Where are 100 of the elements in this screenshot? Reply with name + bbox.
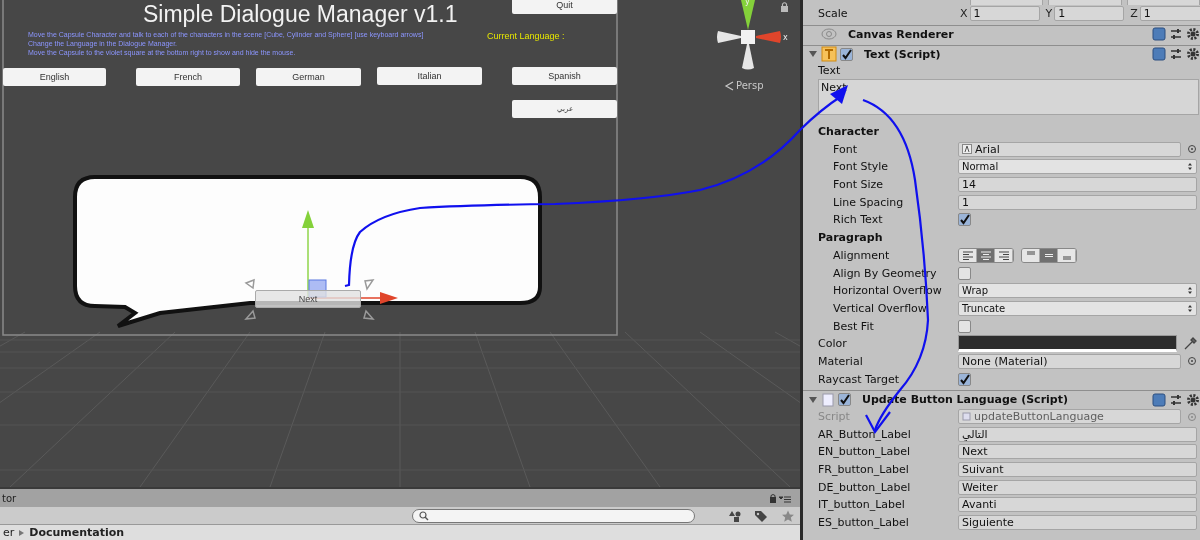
- object-field[interactable]: None (Material): [958, 353, 1181, 369]
- property-label: Font Style: [833, 160, 890, 174]
- projection-label[interactable]: Persp: [724, 80, 764, 91]
- language-button[interactable]: Spanish: [512, 67, 617, 85]
- help-icon[interactable]: [1152, 47, 1166, 62]
- breadcrumb-separator-icon: [19, 529, 25, 536]
- component-header[interactable]: Canvas Renderer: [803, 24, 1200, 43]
- breadcrumb-item[interactable]: er: [3, 526, 15, 539]
- property-label: Vertical Overflow: [833, 301, 928, 315]
- property-label: IT_button_Label: [818, 498, 906, 512]
- chevron-icon: [724, 80, 734, 91]
- rect-handle-icon[interactable]: [364, 279, 375, 291]
- property-label: DE_button_Label: [818, 480, 912, 494]
- align-button[interactable]: [977, 248, 995, 262]
- object-field[interactable]: Arial: [958, 141, 1181, 157]
- section-heading: Character: [818, 125, 880, 139]
- checkbox[interactable]: [958, 372, 971, 386]
- property-label: Best Fit: [833, 319, 875, 333]
- gear-icon[interactable]: [1186, 392, 1200, 407]
- help-icon[interactable]: [1152, 27, 1166, 42]
- input-field[interactable]: Siguiente: [958, 514, 1197, 530]
- input-field[interactable]: التالي: [958, 426, 1197, 442]
- sliders-icon[interactable]: [1169, 392, 1183, 407]
- property-label: Font Size: [833, 178, 885, 192]
- component-header[interactable]: Text (Script): [803, 44, 1200, 63]
- language-button[interactable]: German: [256, 68, 361, 86]
- property-label: Line Spacing: [833, 195, 905, 209]
- axis-label: X: [960, 7, 968, 21]
- property-label: Alignment: [833, 248, 891, 262]
- checkbox[interactable]: [958, 213, 971, 227]
- script-file-icon: [962, 412, 971, 422]
- sliders-icon[interactable]: [1169, 27, 1183, 42]
- input-field[interactable]: Suivant: [958, 462, 1197, 478]
- checkbox[interactable]: [958, 266, 971, 280]
- rect-handle-icon[interactable]: [363, 309, 375, 320]
- align-button[interactable]: [1040, 248, 1058, 262]
- sliders-icon[interactable]: [1169, 47, 1183, 62]
- language-button[interactable]: Italian: [377, 67, 482, 85]
- eyedropper-icon[interactable]: [1183, 336, 1197, 351]
- input-field[interactable]: 1: [969, 6, 1040, 22]
- eye-icon: [821, 27, 837, 42]
- property-label: ES_button_Label: [818, 515, 910, 529]
- text-align-icon: [998, 250, 1009, 260]
- input-field[interactable]: 1: [1139, 6, 1200, 22]
- property-label: Color: [818, 337, 848, 351]
- input-field[interactable]: Weiter: [958, 479, 1197, 495]
- projection-text: Persp: [736, 80, 764, 91]
- axis-label: Z: [1130, 7, 1138, 21]
- enable-checkbox[interactable]: [840, 47, 853, 61]
- input-field[interactable]: 1: [958, 194, 1197, 210]
- text-align-icon: [980, 250, 991, 260]
- enable-checkbox[interactable]: [838, 393, 851, 406]
- checkbox[interactable]: [958, 319, 971, 333]
- panel-tab[interactable]: tor: [2, 492, 17, 504]
- align-button[interactable]: [959, 248, 977, 262]
- breadcrumb-item[interactable]: Documentation: [29, 526, 125, 539]
- orientation-gizmo-drawing[interactable]: [717, 0, 781, 70]
- dropdown-arrows-icon: [1187, 303, 1193, 313]
- input-field[interactable]: 1: [1054, 6, 1125, 22]
- quit-button[interactable]: Quit: [512, 0, 617, 14]
- property-label: Material: [818, 354, 864, 368]
- star-icon[interactable]: [780, 509, 794, 522]
- object-picker-icon[interactable]: [1187, 144, 1197, 155]
- shapes-icon[interactable]: [727, 509, 742, 522]
- language-button[interactable]: French: [136, 68, 240, 86]
- foldout-icon[interactable]: [808, 394, 818, 405]
- alignment-button-group[interactable]: [958, 247, 1014, 263]
- component-title: Canvas Renderer: [848, 27, 954, 41]
- scene-view[interactable]: [0, 0, 800, 487]
- dropdown-arrows-icon: [1187, 162, 1193, 172]
- gear-icon[interactable]: [1186, 27, 1200, 42]
- dropdown[interactable]: Wrap: [958, 283, 1197, 299]
- help-icon[interactable]: [1152, 392, 1166, 407]
- axis-label: Y: [1045, 7, 1053, 21]
- object-picker-icon[interactable]: [1187, 356, 1197, 367]
- dropdown[interactable]: Normal: [958, 159, 1197, 175]
- property-label: Raycast Target: [818, 372, 900, 386]
- color-field[interactable]: [958, 335, 1177, 353]
- input-field[interactable]: Avanti: [958, 497, 1197, 513]
- gear-icon[interactable]: [1186, 47, 1200, 62]
- input-field[interactable]: 14: [958, 177, 1197, 193]
- lock-menu-icon[interactable]: [768, 493, 792, 503]
- search-icon: [419, 510, 429, 521]
- language-button[interactable]: English: [3, 68, 106, 86]
- text-component-icon: [821, 46, 837, 63]
- section-heading: Paragraph: [818, 231, 884, 245]
- game-title: Simple Dialogue Manager v1.1: [143, 1, 458, 28]
- next-button[interactable]: Next: [255, 290, 361, 308]
- align-button[interactable]: [995, 248, 1013, 262]
- script-file-icon: [821, 392, 835, 407]
- dropdown-arrows-icon: [1187, 286, 1193, 296]
- input-field[interactable]: Next: [958, 444, 1197, 460]
- dropdown[interactable]: Truncate: [958, 300, 1197, 316]
- property-label: EN_button_Label: [818, 445, 912, 459]
- rect-handle-icon[interactable]: [244, 278, 255, 290]
- lock-icon[interactable]: [781, 2, 788, 12]
- alignment-button-group[interactable]: [1021, 247, 1077, 263]
- tag-icon[interactable]: [754, 509, 768, 522]
- rect-handle-icon[interactable]: [244, 309, 256, 320]
- search-field[interactable]: [412, 508, 695, 523]
